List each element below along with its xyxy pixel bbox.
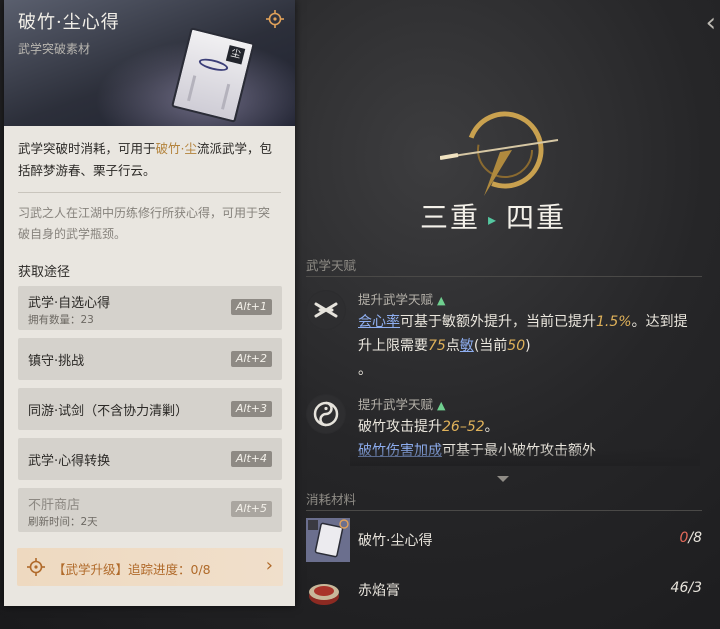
track-progress-text: 【武学升级】追踪进度：0/8 xyxy=(53,562,211,577)
item-detail-card: 破竹·尘心得 武学突破素材 尘 武学突破时消耗，可用于破竹·尘流派武学，包括醉梦… xyxy=(4,0,295,606)
item-mark xyxy=(187,75,231,110)
item-seal: 尘 xyxy=(225,45,246,65)
talent-heading: 提升武学天赋 ▲ xyxy=(358,397,446,412)
track-progress-button[interactable]: 【武学升级】追踪进度：0/8 › xyxy=(17,548,283,586)
martial-art-emblem-icon xyxy=(440,111,559,196)
sources-title: 获取途径 xyxy=(18,265,71,280)
talent-description: 会心率可基于敏额外提升，当前已提升1.5%。达到提升上限需要75点敏(当前50)… xyxy=(358,314,688,378)
material-count: 46/3 xyxy=(670,580,702,596)
hotkey-badge: Alt+2 xyxy=(230,351,272,367)
crit-talent-icon xyxy=(306,290,346,330)
track-target-icon xyxy=(27,558,45,576)
stage-transition: 三重 ▸ 四重 xyxy=(420,196,566,236)
source-item-shop[interactable]: 不肝商店 刷新时间：2天 Alt+5 xyxy=(18,488,282,532)
hotkey-badge: Alt+1 xyxy=(230,299,272,315)
scroll-material-icon xyxy=(306,518,350,562)
item-header: 破竹·尘心得 武学突破素材 尘 xyxy=(4,0,295,126)
talent-heading: 提升武学天赋 ▲ xyxy=(358,292,446,307)
agility-link[interactable]: 敏 xyxy=(460,338,474,354)
source-item-convert[interactable]: 武学·心得转换 Alt+4 xyxy=(18,438,282,480)
item-body: 武学突破时消耗，可用于破竹·尘流派武学，包括醉梦游春、栗子行云。 习武之人在江湖… xyxy=(4,126,295,532)
source-item-trial[interactable]: 同游·试剑（不含协力清剿） Alt+3 xyxy=(18,388,282,430)
hotkey-badge: Alt+3 xyxy=(230,401,272,417)
divider xyxy=(18,192,281,193)
refresh-time: 刷新时间：2天 xyxy=(28,516,98,528)
yin-yang-talent-icon xyxy=(306,394,346,434)
material-count: 0/8 xyxy=(679,530,702,546)
item-flavor-text: 习武之人在江湖中历练修行所获心得，可用于突破自身的武学瓶颈。 xyxy=(18,206,271,241)
school-highlight: 破竹·尘 xyxy=(155,141,197,156)
arrow-up-icon: ▲ xyxy=(437,294,446,307)
arrow-up-icon: ▲ xyxy=(437,399,446,412)
item-title: 破竹·尘心得 xyxy=(18,12,120,33)
divider xyxy=(306,510,702,511)
owned-count: 拥有数量：23 xyxy=(28,314,94,326)
scroll-fade xyxy=(350,448,700,466)
hotkey-badge: Alt+5 xyxy=(230,501,272,517)
chevron-right-icon: › xyxy=(265,555,273,576)
source-item-select[interactable]: 武学·自选心得 拥有数量：23 Alt+1 xyxy=(18,286,282,330)
item-knot xyxy=(197,56,230,74)
divider xyxy=(306,276,702,277)
hotkey-badge: Alt+4 xyxy=(230,451,272,467)
source-item-guard[interactable]: 镇守·挑战 Alt+2 xyxy=(18,338,282,380)
item-usage-description: 武学突破时消耗，可用于破竹·尘流派武学，包括醉梦游春、栗子行云。 xyxy=(18,141,273,178)
crit-rate-link[interactable]: 会心率 xyxy=(358,314,400,330)
stage-from: 三重 xyxy=(420,201,481,234)
material-row[interactable]: 赤焰膏 46/3 xyxy=(306,568,706,612)
item-type: 武学突破素材 xyxy=(18,42,91,56)
chevron-left-icon[interactable]: ‹ xyxy=(706,8,716,38)
arrow-right-icon: ▸ xyxy=(488,210,499,229)
scroll-down-icon[interactable] xyxy=(497,476,509,482)
track-target-icon[interactable] xyxy=(266,10,284,28)
material-row[interactable]: 破竹·尘心得 0/8 xyxy=(306,518,706,562)
materials-section-title: 消耗材料 xyxy=(306,492,357,507)
talents-section-title: 武学天赋 xyxy=(306,258,357,273)
stage-to: 四重 xyxy=(506,201,567,234)
ointment-material-icon xyxy=(309,584,339,605)
